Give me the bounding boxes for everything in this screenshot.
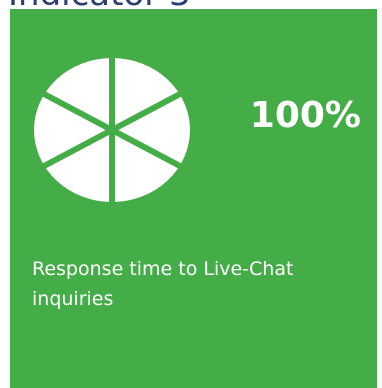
stat-value: 100% (249, 95, 361, 136)
pie-chart-icon (34, 56, 190, 204)
indicator-caption: Response time to Live-Chat inquiries (32, 258, 294, 310)
page: Indicator 3 100% Response time to Live-C… (0, 0, 382, 388)
indicator-card: 100% Response time to Live-Chat inquirie… (10, 9, 377, 388)
